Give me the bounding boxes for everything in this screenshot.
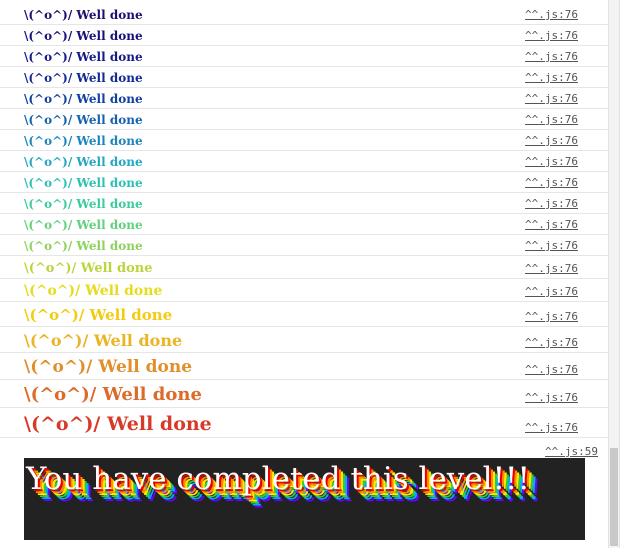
log-row: \(^o^)/ Well done ^^.js:76 [0, 256, 608, 279]
log-source-link[interactable]: ^^.js:76 [525, 92, 578, 105]
log-source-link[interactable]: ^^.js:76 [525, 421, 578, 434]
log-source-link[interactable]: ^^.js:76 [525, 113, 578, 126]
log-row: \(^o^)/ Well done ^^.js:76 [0, 302, 608, 327]
log-message: \(^o^)/ Well done [24, 357, 193, 377]
log-source-link[interactable]: ^^.js:76 [525, 285, 578, 298]
log-row: \(^o^)/ Well done ^^.js:76 [0, 327, 608, 353]
log-message: \(^o^)/ Well done [24, 113, 143, 127]
log-message: \(^o^)/ Well done [24, 218, 143, 232]
log-row: \(^o^)/ Well done ^^.js:76 [0, 88, 608, 109]
log-source-link[interactable]: ^^.js:76 [525, 310, 578, 323]
log-message: \(^o^)/ Well done [24, 413, 212, 435]
log-row: \(^o^)/ Well done ^^.js:76 [0, 46, 608, 67]
log-row: \(^o^)/ Well done ^^.js:76 [0, 109, 608, 130]
log-row: \(^o^)/ Well done ^^.js:76 [0, 25, 608, 46]
log-row: \(^o^)/ Well done ^^.js:76 [0, 130, 608, 151]
log-source-link[interactable]: ^^.js:76 [525, 176, 578, 189]
log-row: \(^o^)/ Well done ^^.js:76 [0, 235, 608, 256]
log-row: \(^o^)/ Well done ^^.js:76 [0, 279, 608, 302]
log-source-link[interactable]: ^^.js:76 [525, 391, 578, 404]
log-source-link[interactable]: ^^.js:76 [525, 29, 578, 42]
log-row: \(^o^)/ Well done ^^.js:76 [0, 151, 608, 172]
log-row: \(^o^)/ Well done ^^.js:76 [0, 353, 608, 380]
log-row: \(^o^)/ Well done ^^.js:76 [0, 4, 608, 25]
log-row: \(^o^)/ Well done ^^.js:76 [0, 408, 608, 438]
log-message: \(^o^)/ Well done [24, 384, 202, 405]
log-source-link[interactable]: ^^.js:59 [545, 445, 598, 458]
log-message: \(^o^)/ Well done [24, 306, 173, 324]
log-message: \(^o^)/ Well done [24, 71, 143, 85]
log-source-link[interactable]: ^^.js:76 [525, 363, 578, 376]
log-message: \(^o^)/ Well done [24, 197, 143, 211]
log-source-link[interactable]: ^^.js:76 [525, 155, 578, 168]
log-row: \(^o^)/ Well done ^^.js:76 [0, 214, 608, 235]
log-message: \(^o^)/ Well done [24, 331, 183, 350]
completion-message: You have completed this level!!! [26, 461, 530, 497]
log-row: \(^o^)/ Well done ^^.js:76 [0, 67, 608, 88]
vertical-scrollbar[interactable] [608, 0, 620, 548]
log-source-link[interactable]: ^^.js:76 [525, 71, 578, 84]
scrollbar-thumb[interactable] [610, 448, 618, 546]
log-source-link[interactable]: ^^.js:76 [525, 262, 578, 275]
log-row: \(^o^)/ Well done ^^.js:76 [0, 380, 608, 408]
log-source-link[interactable]: ^^.js:76 [525, 197, 578, 210]
log-message: \(^o^)/ Well done [24, 134, 143, 148]
log-source-link[interactable]: ^^.js:76 [525, 336, 578, 349]
log-row: \(^o^)/ Well done ^^.js:76 [0, 193, 608, 214]
log-message: \(^o^)/ Well done [24, 176, 143, 190]
log-row: \(^o^)/ Well done ^^.js:76 [0, 172, 608, 193]
log-message: \(^o^)/ Well done [24, 29, 143, 43]
log-source-link[interactable]: ^^.js:76 [525, 218, 578, 231]
log-message: \(^o^)/ Well done [24, 283, 163, 299]
log-source-link[interactable]: ^^.js:76 [525, 134, 578, 147]
log-message: \(^o^)/ Well done [24, 50, 143, 64]
log-message: \(^o^)/ Well done [24, 261, 153, 276]
completion-banner: You have completed this level!!! [24, 458, 585, 540]
log-message: \(^o^)/ Well done [24, 8, 143, 22]
log-message: \(^o^)/ Well done [24, 155, 143, 169]
log-source-link[interactable]: ^^.js:76 [525, 239, 578, 252]
log-message: \(^o^)/ Well done [24, 92, 143, 106]
log-source-link[interactable]: ^^.js:76 [525, 8, 578, 21]
log-source-link[interactable]: ^^.js:76 [525, 50, 578, 63]
log-message: \(^o^)/ Well done [24, 239, 143, 253]
